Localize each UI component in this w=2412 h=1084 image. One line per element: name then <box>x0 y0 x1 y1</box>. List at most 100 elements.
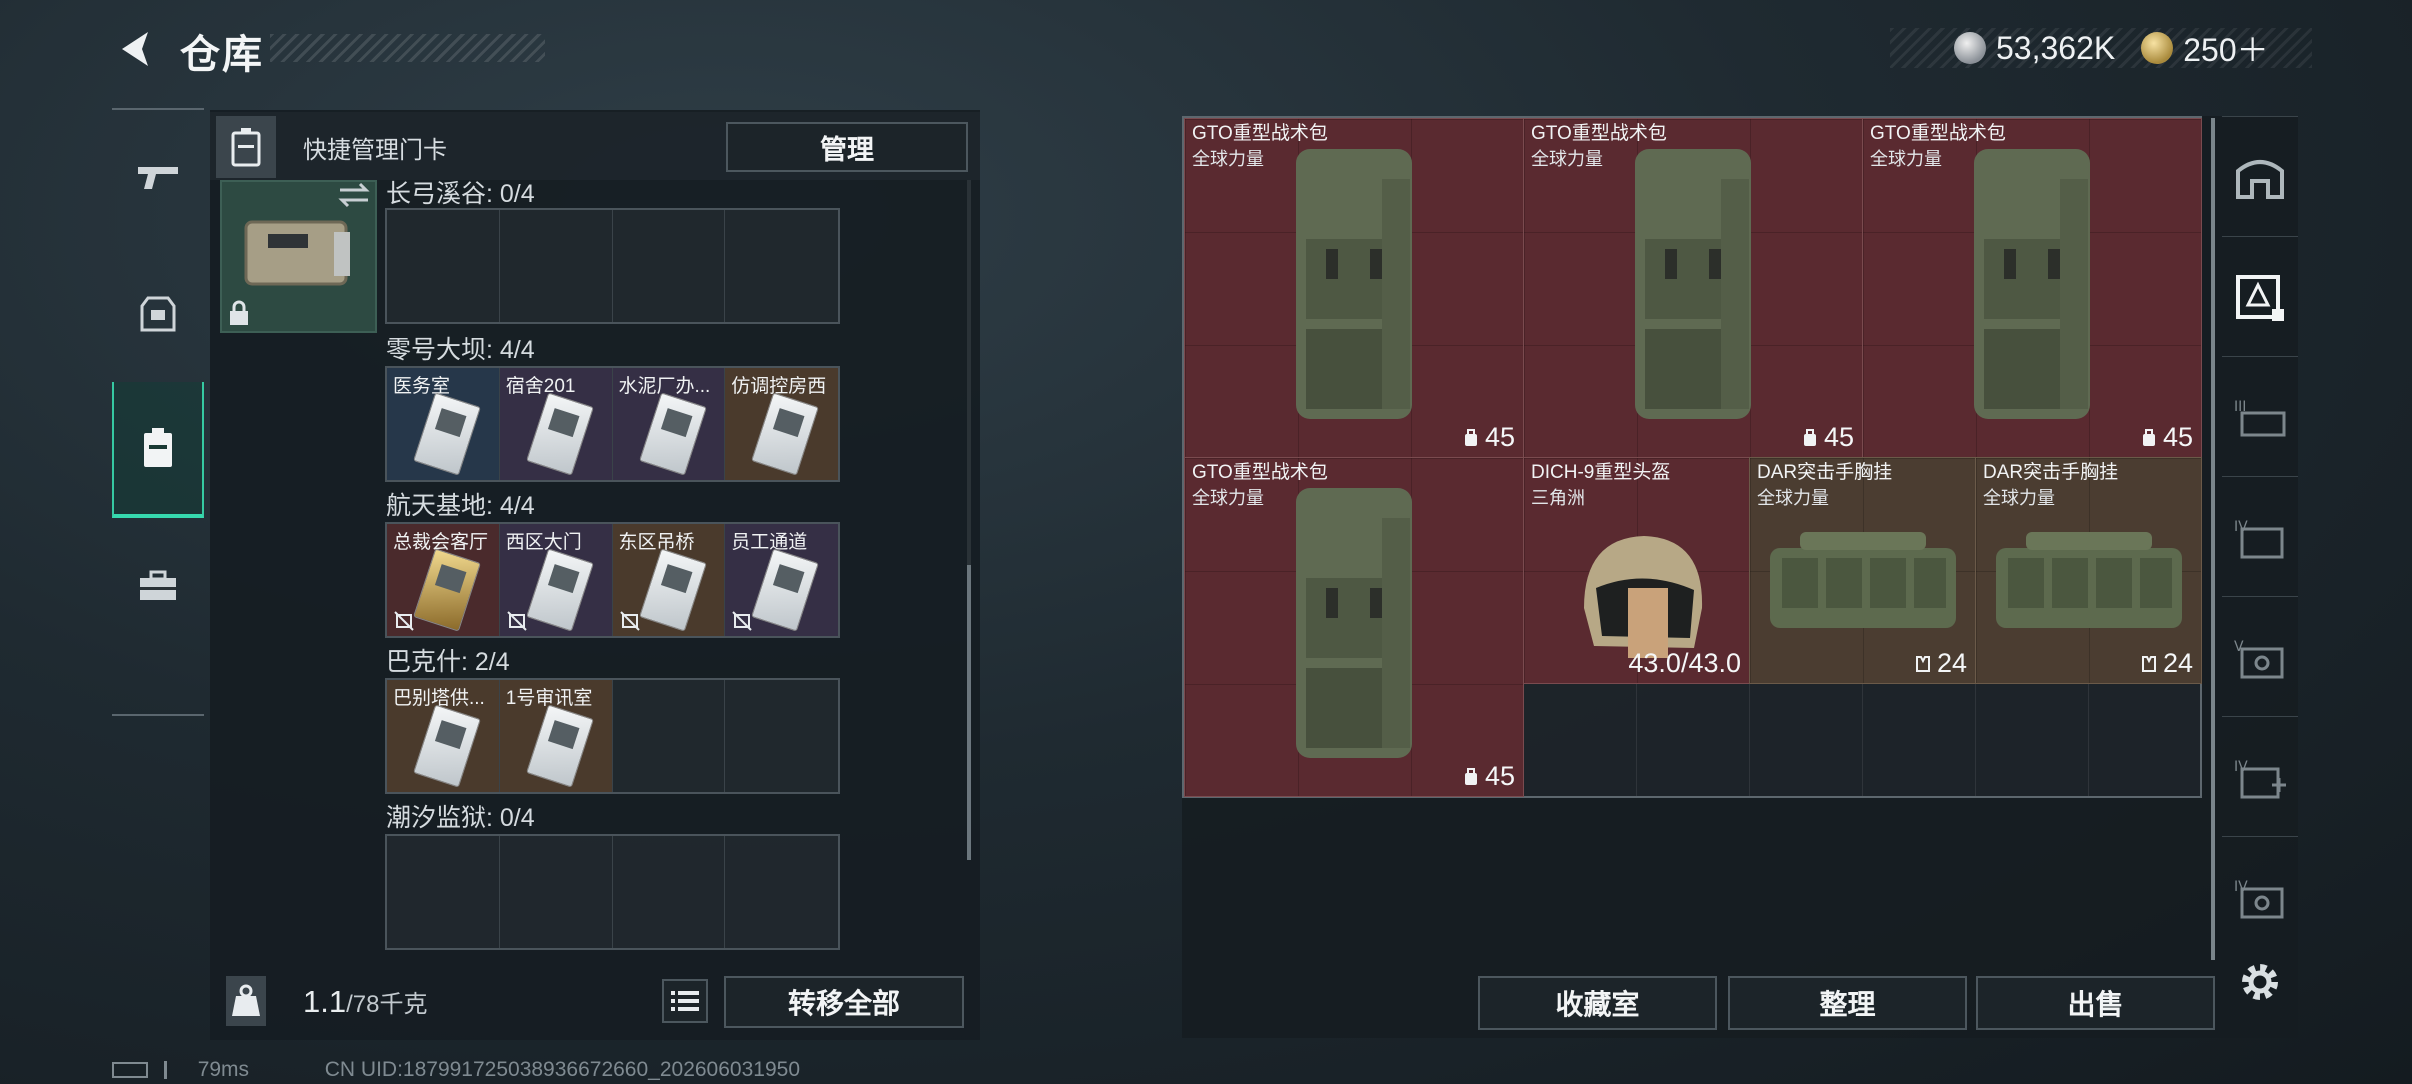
backpack-capacity-icon <box>1803 428 1816 446</box>
tab-tier-4-plus[interactable]: IV <box>2222 716 2298 836</box>
keycard-case-icon <box>231 128 261 167</box>
item-faction: 全球力量 <box>1192 149 1264 169</box>
back-arrow-icon <box>122 32 148 66</box>
region-label: 潮汐监狱: 0/4 <box>386 804 535 832</box>
item-capacity: 24 <box>1915 648 1967 679</box>
tab-container-tier[interactable] <box>2222 236 2298 356</box>
keycard-scrollbar-thumb[interactable] <box>967 565 971 860</box>
sort-button[interactable]: 整理 <box>1728 976 1967 1030</box>
tab-tier-4[interactable]: IV <box>2222 476 2298 596</box>
item-name: GTO重型战术包 <box>1870 123 2006 144</box>
card-disabled-icon <box>394 611 414 631</box>
inventory-item-helmet[interactable]: DICH-9重型头盔 三角洲 43.0/43.0 <box>1523 457 1750 684</box>
inventory-item-backpack[interactable]: GTO重型战术包 全球力量 45 <box>1184 457 1524 797</box>
item-faction: 全球力量 <box>1983 488 2055 508</box>
armor-icon <box>140 296 176 332</box>
tier-5-icon: V <box>2234 639 2284 678</box>
stash-grid[interactable]: GTO重型战术包 全球力量 45 GTO重型战术包 全球力量 45 GTO重型战… <box>1182 116 2202 798</box>
item-capacity: 45 <box>2141 422 2193 453</box>
backpack-capacity-icon <box>2142 428 2155 446</box>
keycard-name: 东区吊桥 <box>618 532 695 553</box>
inventory-item-chest-rig[interactable]: DAR突击手胸挂 全球力量 24 <box>1975 457 2202 684</box>
inventory-item-backpack[interactable]: GTO重型战术包 全球力量 45 <box>1862 118 2202 458</box>
list-view-button[interactable] <box>662 979 708 1023</box>
keycard-slot[interactable]: 东区吊桥 <box>612 524 726 636</box>
keycard-slot-empty[interactable] <box>725 210 838 322</box>
tab-tier-5[interactable]: V <box>2222 596 2298 716</box>
keycard-slot[interactable]: 员工通道 <box>725 524 838 636</box>
keycard-slot-empty[interactable] <box>387 210 500 322</box>
keycard-slot[interactable]: 巴别塔供... <box>387 680 500 792</box>
chest-rig-image <box>1996 532 2182 628</box>
keycard-slot-empty[interactable] <box>499 210 613 322</box>
carry-weight-value: 1.1 <box>303 984 347 1019</box>
card-disabled-icon <box>732 611 752 631</box>
keycard-slot-empty[interactable] <box>612 680 726 792</box>
keycard-slot-empty[interactable] <box>612 210 726 322</box>
helmet-image <box>1584 536 1703 658</box>
keycard-slot-empty[interactable] <box>612 836 726 948</box>
item-name: DICH-9重型头盔 <box>1531 462 1671 483</box>
keycard-image <box>638 548 707 632</box>
lock-icon <box>230 300 248 325</box>
keycard-case-image <box>244 220 350 286</box>
nav-armor[interactable] <box>112 246 204 382</box>
region-label: 巴克什: 2/4 <box>386 648 510 676</box>
keycard-slot[interactable]: 西区大门 <box>499 524 613 636</box>
status-bar: 79ms CN UID:18799172503893667266​0_20260… <box>112 1058 800 1082</box>
keycard-slot[interactable]: 水泥厂办... <box>612 368 726 480</box>
stash-tabs-nav: III IV V IV IV <box>2222 116 2298 976</box>
backpack-image <box>1635 149 1751 419</box>
keycard-name: 巴别塔供... <box>393 688 485 709</box>
stash-scrollbar-thumb[interactable] <box>2211 118 2215 960</box>
item-durability: 43.0/43.0 <box>1628 648 1741 678</box>
collection-room-button[interactable]: 收藏室 <box>1478 976 1717 1030</box>
manage-button[interactable]: 管理 <box>726 122 968 172</box>
nav-toolbox[interactable] <box>112 518 204 654</box>
keycard-slot[interactable]: 1号审讯室 <box>499 680 613 792</box>
back-button[interactable] <box>112 24 162 74</box>
stash-icon <box>2236 159 2284 199</box>
keycard-slot-empty[interactable] <box>387 836 500 948</box>
backpack-image <box>1296 149 1412 419</box>
tier-3-icon: III <box>2234 399 2286 436</box>
sell-button[interactable]: 出售 <box>1976 976 2215 1030</box>
inventory-item-chest-rig[interactable]: DAR突击手胸挂 全球力量 24 <box>1749 457 1976 684</box>
keycard-slot[interactable]: 宿舍201 <box>499 368 613 480</box>
region-slot-row: 巴别塔供... 1号审讯室 <box>385 678 840 794</box>
item-name: DAR突击手胸挂 <box>1983 462 2119 483</box>
keycard-slot-empty[interactable] <box>725 680 838 792</box>
backpack-capacity-icon <box>1464 428 1477 446</box>
chest-rig-capacity-icon <box>2141 655 2156 672</box>
settings-gear-icon[interactable] <box>2236 958 2284 1006</box>
keycard-name: 仿调控房西 <box>731 376 827 397</box>
swap-icon[interactable] <box>336 180 372 210</box>
keycard-slot[interactable]: 医务室 <box>387 368 500 480</box>
tab-tier-4-alt[interactable]: IV <box>2222 836 2298 956</box>
gold-currency-value: 250＋ <box>2183 32 2269 68</box>
keycard-slot[interactable]: 总裁会客厅 <box>387 524 500 636</box>
backpack-image <box>1296 488 1412 758</box>
keycard-name: 宿舍201 <box>505 376 576 397</box>
keycard-case-slot[interactable] <box>216 116 276 178</box>
region-slot-row: 总裁会客厅 西区大门 东区吊桥 员工通道 <box>385 522 840 638</box>
tab-stash-overview[interactable] <box>2222 116 2298 236</box>
item-capacity: 45 <box>1802 422 1854 453</box>
keycard-slot-empty[interactable] <box>499 836 613 948</box>
nav-keycard-case[interactable] <box>112 382 204 518</box>
card-disabled-icon <box>619 611 640 631</box>
keycard-image <box>413 548 481 632</box>
tab-tier-3[interactable]: III <box>2222 356 2298 476</box>
keycard-slot-empty[interactable] <box>725 836 838 948</box>
inventory-item-backpack[interactable]: GTO重型战术包 全球力量 45 <box>1523 118 1863 458</box>
keycard-slot[interactable]: 仿调控房西 <box>725 368 838 480</box>
transfer-all-button[interactable]: 转移全部 <box>724 976 964 1028</box>
keycard-image <box>751 392 820 476</box>
item-capacity: 24 <box>2141 648 2193 679</box>
list-icon <box>671 991 699 1011</box>
tier-4-icon: IV <box>2234 519 2284 558</box>
nav-weapons[interactable] <box>112 110 204 246</box>
item-name: DAR突击手胸挂 <box>1757 462 1893 483</box>
inventory-item-backpack[interactable]: GTO重型战术包 全球力量 45 <box>1184 118 1524 458</box>
keycard-image <box>525 704 594 788</box>
